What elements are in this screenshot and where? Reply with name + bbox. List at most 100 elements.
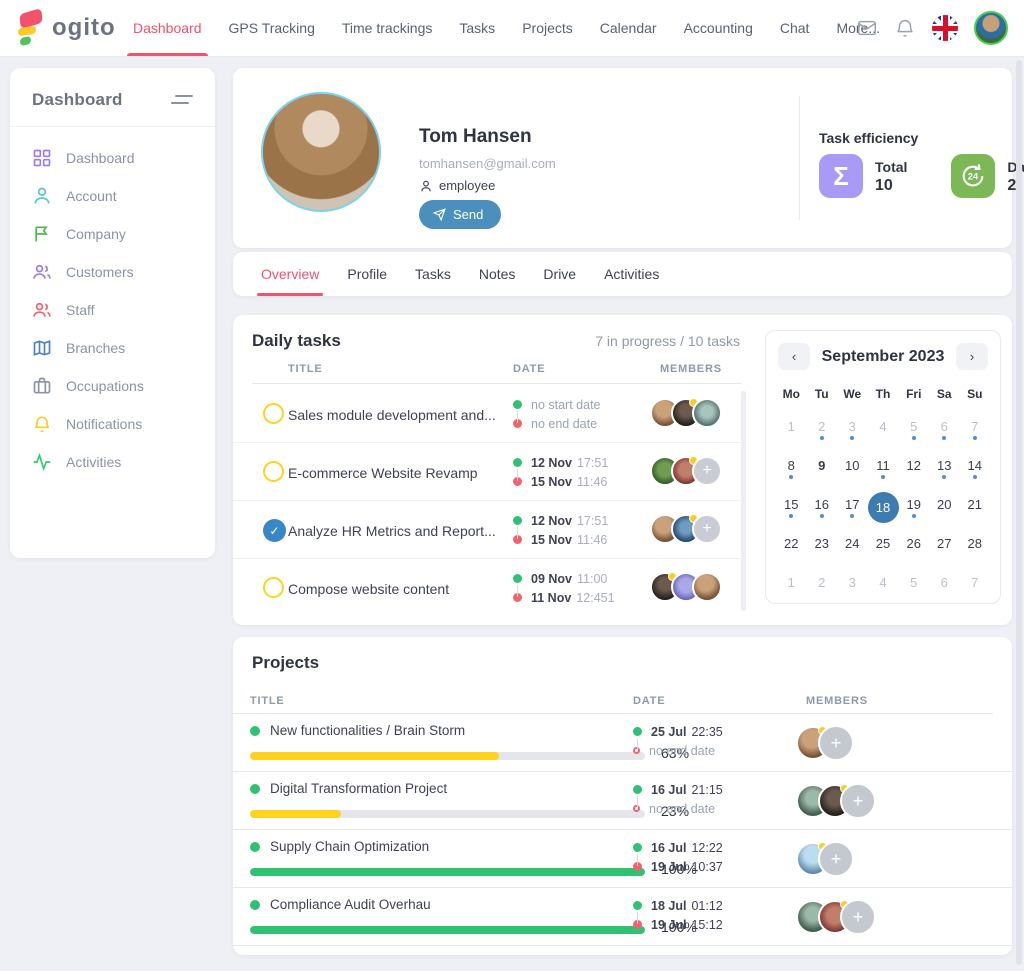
sidebar-item-branches[interactable]: Branches — [10, 329, 215, 367]
sidebar-item-account[interactable]: Account — [10, 177, 215, 215]
calendar-day[interactable]: 2 — [807, 569, 838, 606]
add-member-button[interactable]: + — [818, 841, 854, 877]
sidebar-item-occupations[interactable]: Occupations — [10, 367, 215, 405]
day-number: 7 — [971, 419, 978, 434]
weekday-label: Su — [960, 380, 991, 411]
calendar-day[interactable]: 17 — [837, 491, 868, 528]
tab-tasks[interactable]: Tasks — [415, 252, 451, 296]
calendar-day[interactable]: 10 — [837, 452, 868, 489]
sidebar-item-activities[interactable]: Activities — [10, 443, 215, 481]
start-date-text: 09 Nov11:00 — [531, 572, 607, 586]
member-avatars: + — [650, 456, 722, 486]
calendar-day[interactable]: 5 — [899, 413, 930, 450]
calendar-day[interactable]: 8 — [776, 452, 807, 489]
tab-drive[interactable]: Drive — [543, 252, 576, 296]
project-title: New functionalities / Brain Storm — [250, 723, 465, 738]
app-logo[interactable]: ogito — [18, 10, 116, 46]
calendar-day[interactable]: 25 — [868, 530, 899, 567]
task-checkbox[interactable]: ✓ — [263, 519, 286, 542]
calendar-day[interactable]: 7 — [960, 569, 991, 606]
event-dot — [973, 475, 977, 479]
weekday-label: We — [837, 380, 868, 411]
add-member-button[interactable]: + — [692, 514, 722, 544]
calendar-day[interactable]: 23 — [807, 530, 838, 567]
calendar-day[interactable]: 13 — [929, 452, 960, 489]
send-button[interactable]: Send — [419, 200, 501, 229]
tab-notes[interactable]: Notes — [479, 252, 516, 296]
calendar-grid: MoTuWeThFriSaSu1234567891011121314151617… — [766, 374, 1000, 614]
calendar-day[interactable]: 22 — [776, 530, 807, 567]
date-range: 25 Jul22:35no end date — [633, 722, 723, 760]
divider — [799, 96, 800, 220]
sidebar-item-company[interactable]: Company — [10, 215, 215, 253]
add-member-button[interactable]: + — [692, 456, 722, 486]
mail-icon[interactable] — [856, 17, 878, 39]
nav-item-accounting[interactable]: Accounting — [684, 0, 753, 56]
calendar-day[interactable]: 3 — [837, 413, 868, 450]
nav-item-tasks[interactable]: Tasks — [459, 0, 495, 56]
calendar-day[interactable]: 19 — [899, 491, 930, 528]
user-avatar[interactable] — [974, 11, 1008, 45]
add-member-button[interactable]: + — [840, 899, 876, 935]
task-checkbox[interactable] — [263, 577, 284, 598]
sidebar-item-staff[interactable]: Staff — [10, 291, 215, 329]
page-scrollbar[interactable] — [1016, 60, 1022, 965]
calendar-day[interactable]: 26 — [899, 530, 930, 567]
calendar-day[interactable]: 2 — [807, 413, 838, 450]
calendar-day[interactable]: 27 — [929, 530, 960, 567]
calendar-day[interactable]: 16 — [807, 491, 838, 528]
nav-item-gps-tracking[interactable]: GPS Tracking — [229, 0, 315, 56]
end-date-text: 19 Jul10:37 — [651, 860, 723, 874]
calendar-day[interactable]: 21 — [960, 491, 991, 528]
calendar-day[interactable]: 24 — [837, 530, 868, 567]
calendar-day[interactable]: 6 — [929, 569, 960, 606]
date-connector — [637, 854, 638, 866]
task-checkbox[interactable] — [263, 461, 284, 482]
task-checkbox[interactable] — [263, 403, 284, 424]
nav-item-dashboard[interactable]: Dashboard — [133, 0, 202, 56]
calendar-prev-button[interactable]: ‹ — [778, 343, 810, 370]
calendar-day[interactable]: 15 — [776, 491, 807, 528]
calendar-day[interactable]: 3 — [837, 569, 868, 606]
calendar-day[interactable]: 6 — [929, 413, 960, 450]
calendar-day[interactable]: 12 — [899, 452, 930, 489]
tasks-scrollbar[interactable] — [741, 391, 746, 611]
member-avatars: + — [796, 725, 854, 761]
day-number: 28 — [968, 536, 982, 551]
calendar-day[interactable]: 4 — [868, 413, 899, 450]
nav-item-time-trackings[interactable]: Time trackings — [342, 0, 433, 56]
event-dot — [820, 514, 824, 518]
calendar-day[interactable]: 9 — [807, 452, 838, 489]
person-icon — [419, 179, 433, 193]
nav-item-calendar[interactable]: Calendar — [600, 0, 657, 56]
calendar-day[interactable]: 14 — [960, 452, 991, 489]
sidebar-item-notifications[interactable]: Notifications — [10, 405, 215, 443]
calendar-next-button[interactable]: › — [956, 343, 988, 370]
day-number: 5 — [910, 575, 917, 590]
member-avatar — [692, 398, 722, 428]
sidebar-item-dashboard[interactable]: Dashboard — [10, 139, 215, 177]
collapse-sidebar-icon[interactable] — [171, 93, 193, 107]
add-member-button[interactable]: + — [818, 725, 854, 761]
calendar-day[interactable]: 11 — [868, 452, 899, 489]
nav-item-projects[interactable]: Projects — [522, 0, 573, 56]
calendar-day[interactable]: 1 — [776, 413, 807, 450]
calendar-day[interactable]: 1 — [776, 569, 807, 606]
tab-activities[interactable]: Activities — [604, 252, 659, 296]
day-number: 2 — [818, 575, 825, 590]
nav-item-chat[interactable]: Chat — [780, 0, 810, 56]
uk-flag-icon[interactable] — [932, 15, 958, 41]
event-dot — [789, 514, 793, 518]
bell-icon[interactable] — [894, 17, 916, 39]
calendar-day[interactable]: 7 — [960, 413, 991, 450]
sidebar-item-customers[interactable]: Customers — [10, 253, 215, 291]
calendar-day[interactable]: 5 — [899, 569, 930, 606]
tab-overview[interactable]: Overview — [261, 252, 319, 296]
tab-profile[interactable]: Profile — [347, 252, 387, 296]
calendar-day[interactable]: 28 — [960, 530, 991, 567]
calendar-day[interactable]: 20 — [929, 491, 960, 528]
calendar-day[interactable]: 4 — [868, 569, 899, 606]
add-member-button[interactable]: + — [840, 783, 876, 819]
calendar-day[interactable]: 18 — [868, 491, 899, 528]
date-connector — [517, 585, 518, 597]
